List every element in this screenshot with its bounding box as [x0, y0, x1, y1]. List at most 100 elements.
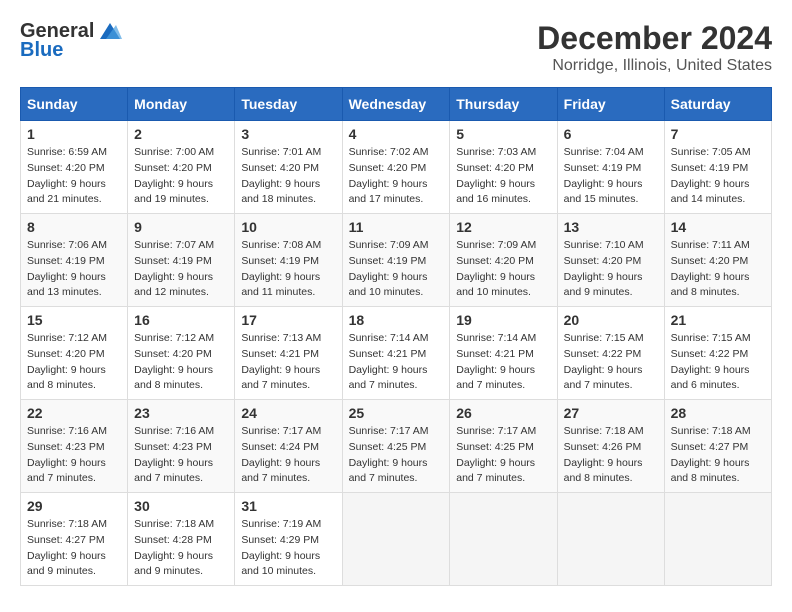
calendar-cell: 8 Sunrise: 7:06 AM Sunset: 4:19 PM Dayli… — [21, 214, 128, 307]
day-info: Sunrise: 7:17 AM Sunset: 4:25 PM Dayligh… — [456, 425, 536, 484]
day-number: 15 — [27, 312, 121, 328]
day-number: 16 — [134, 312, 228, 328]
day-header-monday: Monday — [128, 88, 235, 121]
day-info: Sunrise: 7:12 AM Sunset: 4:20 PM Dayligh… — [134, 332, 214, 391]
calendar-cell: 18 Sunrise: 7:14 AM Sunset: 4:21 PM Dayl… — [342, 307, 450, 400]
day-number: 2 — [134, 126, 228, 142]
calendar-cell — [557, 493, 664, 586]
day-number: 30 — [134, 498, 228, 514]
calendar-cell: 11 Sunrise: 7:09 AM Sunset: 4:19 PM Dayl… — [342, 214, 450, 307]
calendar-cell: 23 Sunrise: 7:16 AM Sunset: 4:23 PM Dayl… — [128, 400, 235, 493]
day-number: 10 — [241, 219, 335, 235]
calendar-cell: 29 Sunrise: 7:18 AM Sunset: 4:27 PM Dayl… — [21, 493, 128, 586]
day-header-wednesday: Wednesday — [342, 88, 450, 121]
day-info: Sunrise: 7:18 AM Sunset: 4:27 PM Dayligh… — [671, 425, 751, 484]
day-info: Sunrise: 7:16 AM Sunset: 4:23 PM Dayligh… — [134, 425, 214, 484]
day-header-sunday: Sunday — [21, 88, 128, 121]
day-info: Sunrise: 7:02 AM Sunset: 4:20 PM Dayligh… — [349, 146, 429, 205]
day-number: 1 — [27, 126, 121, 142]
location-title: Norridge, Illinois, United States — [537, 57, 772, 75]
calendar-cell: 7 Sunrise: 7:05 AM Sunset: 4:19 PM Dayli… — [664, 121, 771, 214]
day-header-thursday: Thursday — [450, 88, 557, 121]
day-info: Sunrise: 7:09 AM Sunset: 4:20 PM Dayligh… — [456, 239, 536, 298]
day-info: Sunrise: 7:12 AM Sunset: 4:20 PM Dayligh… — [27, 332, 107, 391]
day-number: 24 — [241, 405, 335, 421]
calendar-cell: 10 Sunrise: 7:08 AM Sunset: 4:19 PM Dayl… — [235, 214, 342, 307]
calendar-cell: 4 Sunrise: 7:02 AM Sunset: 4:20 PM Dayli… — [342, 121, 450, 214]
calendar-cell: 13 Sunrise: 7:10 AM Sunset: 4:20 PM Dayl… — [557, 214, 664, 307]
day-info: Sunrise: 7:19 AM Sunset: 4:29 PM Dayligh… — [241, 518, 321, 577]
day-info: Sunrise: 7:14 AM Sunset: 4:21 PM Dayligh… — [349, 332, 429, 391]
day-number: 14 — [671, 219, 765, 235]
day-number: 28 — [671, 405, 765, 421]
day-header-saturday: Saturday — [664, 88, 771, 121]
day-number: 29 — [27, 498, 121, 514]
header: General Blue December 2024 Norridge, Ill… — [20, 20, 772, 75]
day-header-tuesday: Tuesday — [235, 88, 342, 121]
day-number: 13 — [564, 219, 658, 235]
title-area: December 2024 Norridge, Illinois, United… — [537, 20, 772, 75]
day-info: Sunrise: 7:11 AM Sunset: 4:20 PM Dayligh… — [671, 239, 750, 298]
day-header-friday: Friday — [557, 88, 664, 121]
calendar-cell: 21 Sunrise: 7:15 AM Sunset: 4:22 PM Dayl… — [664, 307, 771, 400]
calendar-cell: 25 Sunrise: 7:17 AM Sunset: 4:25 PM Dayl… — [342, 400, 450, 493]
day-info: Sunrise: 7:09 AM Sunset: 4:19 PM Dayligh… — [349, 239, 429, 298]
logo: General Blue — [20, 20, 124, 62]
calendar-cell: 9 Sunrise: 7:07 AM Sunset: 4:19 PM Dayli… — [128, 214, 235, 307]
day-info: Sunrise: 7:16 AM Sunset: 4:23 PM Dayligh… — [27, 425, 107, 484]
day-info: Sunrise: 7:13 AM Sunset: 4:21 PM Dayligh… — [241, 332, 321, 391]
day-info: Sunrise: 7:15 AM Sunset: 4:22 PM Dayligh… — [564, 332, 644, 391]
day-number: 4 — [349, 126, 444, 142]
calendar-cell — [450, 493, 557, 586]
month-title: December 2024 — [537, 20, 772, 57]
day-number: 9 — [134, 219, 228, 235]
calendar-cell: 28 Sunrise: 7:18 AM Sunset: 4:27 PM Dayl… — [664, 400, 771, 493]
day-number: 27 — [564, 405, 658, 421]
calendar-cell: 22 Sunrise: 7:16 AM Sunset: 4:23 PM Dayl… — [21, 400, 128, 493]
day-info: Sunrise: 7:03 AM Sunset: 4:20 PM Dayligh… — [456, 146, 536, 205]
day-number: 25 — [349, 405, 444, 421]
calendar-cell: 20 Sunrise: 7:15 AM Sunset: 4:22 PM Dayl… — [557, 307, 664, 400]
day-number: 20 — [564, 312, 658, 328]
day-info: Sunrise: 7:10 AM Sunset: 4:20 PM Dayligh… — [564, 239, 644, 298]
day-info: Sunrise: 7:04 AM Sunset: 4:19 PM Dayligh… — [564, 146, 644, 205]
calendar-cell: 3 Sunrise: 7:01 AM Sunset: 4:20 PM Dayli… — [235, 121, 342, 214]
day-number: 8 — [27, 219, 121, 235]
day-info: Sunrise: 7:18 AM Sunset: 4:27 PM Dayligh… — [27, 518, 107, 577]
day-number: 11 — [349, 219, 444, 235]
day-info: Sunrise: 7:17 AM Sunset: 4:24 PM Dayligh… — [241, 425, 321, 484]
logo-blue: Blue — [20, 39, 63, 62]
day-number: 21 — [671, 312, 765, 328]
day-number: 18 — [349, 312, 444, 328]
calendar-cell: 5 Sunrise: 7:03 AM Sunset: 4:20 PM Dayli… — [450, 121, 557, 214]
day-number: 12 — [456, 219, 550, 235]
day-number: 5 — [456, 126, 550, 142]
calendar-cell: 31 Sunrise: 7:19 AM Sunset: 4:29 PM Dayl… — [235, 493, 342, 586]
day-number: 6 — [564, 126, 658, 142]
calendar-cell: 15 Sunrise: 7:12 AM Sunset: 4:20 PM Dayl… — [21, 307, 128, 400]
calendar-cell: 17 Sunrise: 7:13 AM Sunset: 4:21 PM Dayl… — [235, 307, 342, 400]
calendar-cell: 30 Sunrise: 7:18 AM Sunset: 4:28 PM Dayl… — [128, 493, 235, 586]
calendar-cell: 19 Sunrise: 7:14 AM Sunset: 4:21 PM Dayl… — [450, 307, 557, 400]
calendar-cell: 24 Sunrise: 7:17 AM Sunset: 4:24 PM Dayl… — [235, 400, 342, 493]
day-number: 17 — [241, 312, 335, 328]
day-info: Sunrise: 7:07 AM Sunset: 4:19 PM Dayligh… — [134, 239, 214, 298]
calendar-cell: 1 Sunrise: 6:59 AM Sunset: 4:20 PM Dayli… — [21, 121, 128, 214]
day-info: Sunrise: 7:18 AM Sunset: 4:28 PM Dayligh… — [134, 518, 214, 577]
calendar-cell — [342, 493, 450, 586]
day-number: 3 — [241, 126, 335, 142]
day-info: Sunrise: 7:18 AM Sunset: 4:26 PM Dayligh… — [564, 425, 644, 484]
day-number: 22 — [27, 405, 121, 421]
day-number: 7 — [671, 126, 765, 142]
calendar-cell: 26 Sunrise: 7:17 AM Sunset: 4:25 PM Dayl… — [450, 400, 557, 493]
day-number: 26 — [456, 405, 550, 421]
calendar-cell: 16 Sunrise: 7:12 AM Sunset: 4:20 PM Dayl… — [128, 307, 235, 400]
calendar-cell: 27 Sunrise: 7:18 AM Sunset: 4:26 PM Dayl… — [557, 400, 664, 493]
calendar-cell: 6 Sunrise: 7:04 AM Sunset: 4:19 PM Dayli… — [557, 121, 664, 214]
logo-icon — [96, 21, 124, 43]
day-info: Sunrise: 7:08 AM Sunset: 4:19 PM Dayligh… — [241, 239, 321, 298]
day-info: Sunrise: 7:17 AM Sunset: 4:25 PM Dayligh… — [349, 425, 429, 484]
day-info: Sunrise: 7:14 AM Sunset: 4:21 PM Dayligh… — [456, 332, 536, 391]
calendar-cell: 14 Sunrise: 7:11 AM Sunset: 4:20 PM Dayl… — [664, 214, 771, 307]
day-info: Sunrise: 7:05 AM Sunset: 4:19 PM Dayligh… — [671, 146, 751, 205]
